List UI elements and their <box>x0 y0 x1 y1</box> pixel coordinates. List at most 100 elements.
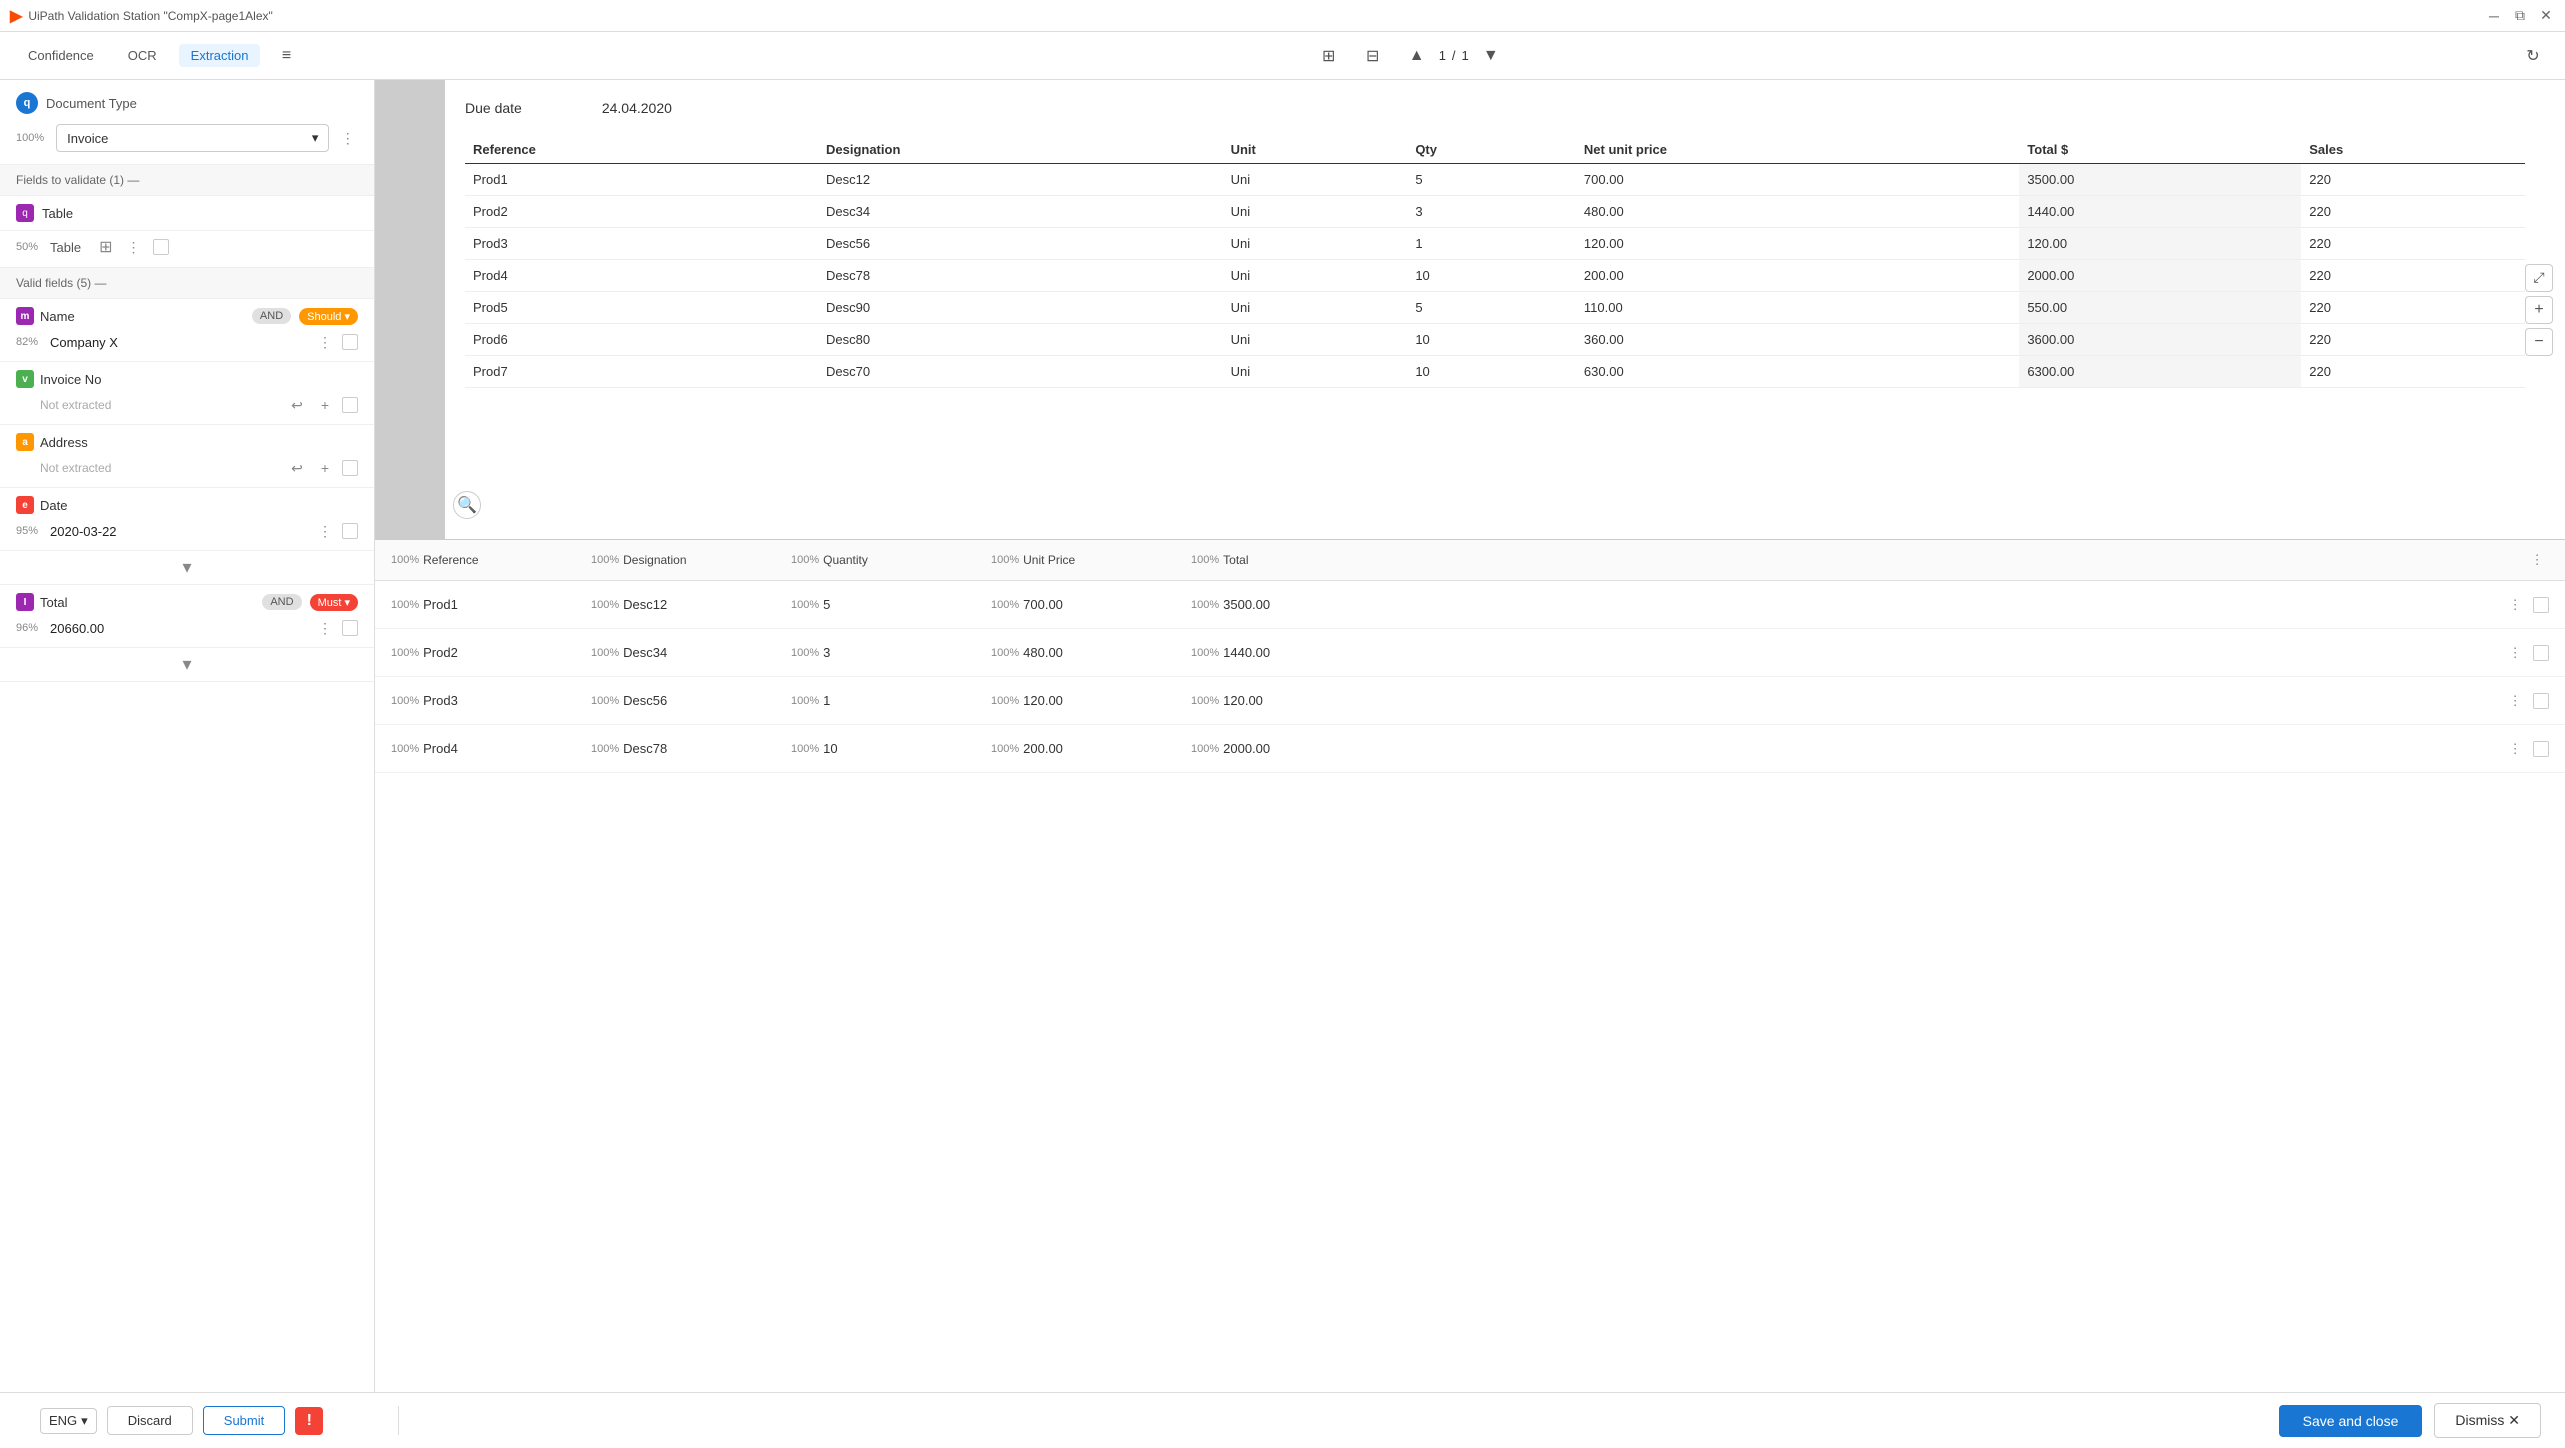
next-page-btn[interactable]: ▼ <box>1475 40 1507 72</box>
page-separator: / <box>1452 48 1456 63</box>
field-date-menu-btn[interactable]: ⋮ <box>314 520 336 542</box>
table-menu-btn[interactable]: ⋮ <box>123 236 145 258</box>
filter-btn[interactable]: ≡ <box>270 40 302 72</box>
document-type-section: q Document Type 100% Invoice ▾ ⋮ <box>0 80 374 165</box>
minimize-btn[interactable]: ─ <box>2485 7 2503 25</box>
field-invoice-header: v Invoice No <box>16 370 358 388</box>
doc-cell-total: 1440.00 <box>2019 196 2301 228</box>
language-selector[interactable]: ENG ▾ <box>40 1408 97 1434</box>
doc-cell-qty: 10 <box>1407 260 1576 292</box>
field-name-confidence: 82% <box>16 336 38 348</box>
row-menu-btn[interactable]: ⋮ <box>2503 593 2527 617</box>
field-address-item: a Address Not extracted ↩ + <box>0 425 374 488</box>
doc-type-select[interactable]: Invoice ▾ <box>56 124 329 152</box>
toolbar: Confidence OCR Extraction ≡ ⊞ ⊟ ▲ 1 / 1 … <box>0 32 2565 80</box>
col-conf-desc: 100% <box>591 554 619 566</box>
layout-icon: ⊞ <box>1322 46 1335 66</box>
close-btn[interactable]: ✕ <box>2537 7 2555 25</box>
row-checkbox[interactable] <box>2533 645 2549 661</box>
field-name-menu-btn[interactable]: ⋮ <box>314 331 336 353</box>
doc-type-value: Invoice <box>67 131 108 146</box>
row-menu-btn[interactable]: ⋮ <box>2503 689 2527 713</box>
doc-col-net: Net unit price <box>1576 136 2019 164</box>
view-btn[interactable]: ⊟ <box>1357 40 1389 72</box>
doc-cell-qty: 1 <box>1407 228 1576 260</box>
field-address-add-btn[interactable]: + <box>314 457 336 479</box>
doc-cell-ref: Prod3 <box>465 228 818 260</box>
date-field-expand[interactable]: ▾ <box>0 551 374 585</box>
magnifier-btn[interactable]: 🔍 <box>453 491 481 519</box>
row-qty-conf: 100% <box>791 695 819 707</box>
field-name-icon: m <box>16 307 34 325</box>
field-date-checkbox[interactable] <box>342 523 358 539</box>
zoom-out-btn[interactable]: − <box>2525 328 2553 356</box>
doc-cell-net: 360.00 <box>1576 324 2019 356</box>
col-name-desc: Designation <box>623 553 686 567</box>
row-menu-btn[interactable]: ⋮ <box>2503 641 2527 665</box>
row-desc-conf: 100% <box>591 599 619 611</box>
restore-btn[interactable]: ⧉ <box>2511 7 2529 25</box>
field-date-confidence: 95% <box>16 525 38 537</box>
table-field-checkbox[interactable] <box>153 239 169 255</box>
lang-chevron-icon: ▾ <box>81 1413 88 1429</box>
refresh-btn[interactable]: ↻ <box>2517 40 2549 72</box>
field-address-undo-btn[interactable]: ↩ <box>286 457 308 479</box>
layout-btn[interactable]: ⊞ <box>1313 40 1345 72</box>
row-unit-val: 120.00 <box>1023 693 1063 708</box>
field-invoice-checkbox[interactable] <box>342 397 358 413</box>
zoom-fit-btn[interactable]: ⤢ <box>2525 264 2553 292</box>
field-invoice-value: Not extracted <box>40 398 111 412</box>
discard-button[interactable]: Discard <box>107 1406 193 1435</box>
field-invoice-add-btn[interactable]: + <box>314 394 336 416</box>
row-total-conf: 100% <box>1191 695 1219 707</box>
row-checkbox[interactable] <box>2533 693 2549 709</box>
row-ref-val: Prod1 <box>423 597 458 612</box>
field-total-must-tag[interactable]: Must ▾ <box>310 594 358 611</box>
zoom-in-btn[interactable]: + <box>2525 296 2553 324</box>
toolbar-center: ⊞ ⊟ ▲ 1 / 1 ▼ <box>314 40 2505 72</box>
doc-cell-total: 3500.00 <box>2019 164 2301 196</box>
table-grid-btn[interactable]: ⊞ <box>97 235 114 259</box>
tab-confidence[interactable]: Confidence <box>16 44 106 67</box>
doc-type-confidence: 100% <box>16 132 44 144</box>
doc-cell-qty: 5 <box>1407 164 1576 196</box>
submit-button[interactable]: Submit <box>203 1406 285 1435</box>
field-name-checkbox[interactable] <box>342 334 358 350</box>
total-field-expand[interactable]: ▾ <box>0 648 374 682</box>
doc-cell-unit: Uni <box>1223 228 1408 260</box>
doc-cell-total: 6300.00 <box>2019 356 2301 388</box>
tab-extraction[interactable]: Extraction <box>179 44 261 67</box>
field-date-item: e Date 95% 2020-03-22 ⋮ <box>0 488 374 551</box>
field-name-and-tag: AND <box>252 308 291 324</box>
save-close-button[interactable]: Save and close <box>2279 1405 2423 1437</box>
due-date-value: 24.04.2020 <box>602 100 672 116</box>
table-header-menu-btn[interactable]: ⋮ <box>2525 548 2549 572</box>
tab-ocr[interactable]: OCR <box>116 44 169 67</box>
doc-cell-desc: Desc78 <box>818 260 1223 292</box>
titlebar-controls[interactable]: ─ ⧉ ✕ <box>2485 7 2555 25</box>
field-address-value: Not extracted <box>40 461 111 475</box>
row-checkbox[interactable] <box>2533 741 2549 757</box>
row-menu-btn[interactable]: ⋮ <box>2503 737 2527 761</box>
data-rows-container: 100% Prod1 100% Desc12 100% 5 100% 700.0… <box>375 581 2565 773</box>
zoom-controls: ⤢ + − <box>2525 264 2553 356</box>
row-checkbox[interactable] <box>2533 597 2549 613</box>
doc-cell-total: 2000.00 <box>2019 260 2301 292</box>
table-row: 100% Prod2 100% Desc34 100% 3 100% 480.0… <box>375 629 2565 677</box>
col-name-qty: Quantity <box>823 553 868 567</box>
row-ref-val: Prod4 <box>423 741 458 756</box>
dismiss-button[interactable]: Dismiss ✕ <box>2434 1403 2541 1438</box>
doc-type-menu-btn[interactable]: ⋮ <box>337 127 358 149</box>
field-invoice-undo-btn[interactable]: ↩ <box>286 394 308 416</box>
field-total-checkbox[interactable] <box>342 620 358 636</box>
error-button[interactable]: ! <box>295 1407 323 1435</box>
field-name-should-tag[interactable]: Should ▾ <box>299 308 358 325</box>
table-row: 100% Prod4 100% Desc78 100% 10 100% 200.… <box>375 725 2565 773</box>
prev-page-btn[interactable]: ▲ <box>1401 40 1433 72</box>
field-address-checkbox[interactable] <box>342 460 358 476</box>
table-row: 100% Prod1 100% Desc12 100% 5 100% 700.0… <box>375 581 2565 629</box>
row-actions: ⋮ <box>2503 593 2549 617</box>
field-total-menu-btn[interactable]: ⋮ <box>314 617 336 639</box>
field-date-icon: e <box>16 496 34 514</box>
fields-to-validate-header: Fields to validate (1) — <box>0 165 374 196</box>
